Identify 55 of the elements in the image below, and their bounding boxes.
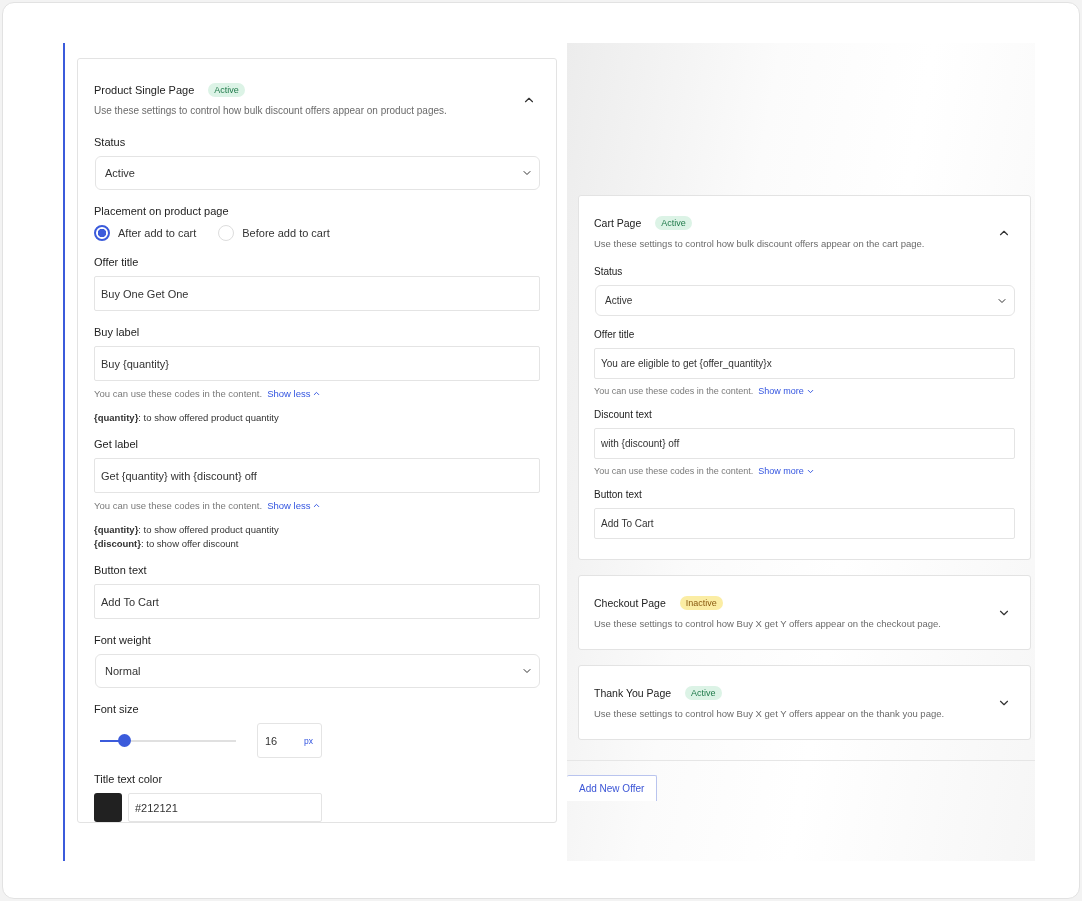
section-title: Checkout Page [594,597,666,609]
text-field[interactable]: You are eligible to get {offer_quantity}x [594,348,1015,379]
text-field[interactable]: Buy {quantity} [94,346,540,381]
section-description: Use these settings to control how Buy X get Y offers appear on the thank you page. [594,708,945,719]
section-title: Thank You Page [594,687,672,699]
field-label: Title text color [94,773,164,785]
code-description: {quantity}: to show offered product quantity [94,412,280,423]
section-title: Cart Page [594,217,642,229]
help-text: You can use these codes in the content. [94,388,263,399]
color-field[interactable]: #212121 [128,793,322,822]
text-field[interactable]: Buy One Get One [94,276,540,311]
field-label: Status [594,266,624,277]
help-text: You can use these codes in the content. [594,466,754,476]
field-label: Status [94,136,127,148]
field-label: Font size [94,703,140,715]
field-label: Discount text [594,409,653,420]
help-text: You can use these codes in the content. [94,500,263,511]
show-toggle-link[interactable]: Show less [267,388,322,399]
text-field[interactable]: Add To Cart [94,584,540,619]
show-toggle-link[interactable]: Show less [267,500,322,511]
field-label: Buy label [94,326,141,338]
select-field[interactable]: Active [95,156,540,190]
field-label: Offer title [594,329,636,340]
section-description: Use these settings to control how Buy X get Y offers appear on the checkout page. [594,618,941,629]
field-label: Button text [94,564,148,576]
field-label: Button text [594,489,643,500]
section-title: Product Single Page [94,84,195,96]
slider-thumb[interactable] [117,734,131,747]
add-new-offer-button[interactable]: Add New Offer [567,775,658,801]
show-toggle-link[interactable]: Show more [758,466,815,476]
select-field[interactable]: Normal [95,654,540,688]
status-badge: Active [208,83,245,97]
status-badge: Inactive [679,596,723,610]
number-field[interactable]: 16 px [257,723,322,758]
chevron-up-icon [312,389,322,398]
color-swatch[interactable] [94,793,122,822]
text-field[interactable]: with {discount} off [594,428,1015,459]
status-badge: Active [655,216,692,230]
field-label: Font weight [94,634,152,646]
select-field[interactable]: Active [595,285,1015,316]
chevron-up-icon [312,501,322,510]
section-description: Use these settings to control how bulk discount offers appear on product pages. [94,105,447,116]
status-badge: Active [685,686,722,700]
field-label: Placement on product page [94,205,230,217]
code-description: {discount}: to show offer discount [94,538,240,549]
show-toggle-link[interactable]: Show more [758,386,815,396]
section-description: Use these settings to control how bulk discount offers appear on the cart page. [594,238,925,249]
text-field[interactable]: Get {quantity} with {discount} off [94,458,540,493]
radio-option[interactable]: Before add to cart [218,225,330,241]
help-text: You can use these codes in the content. [594,386,754,396]
code-description: {quantity}: to show offered product quantity [94,524,280,535]
text-field[interactable]: Add To Cart [594,508,1015,539]
field-label: Get label [94,438,140,450]
radio-option[interactable]: After add to cart [94,225,197,241]
field-label: Offer title [94,256,140,268]
